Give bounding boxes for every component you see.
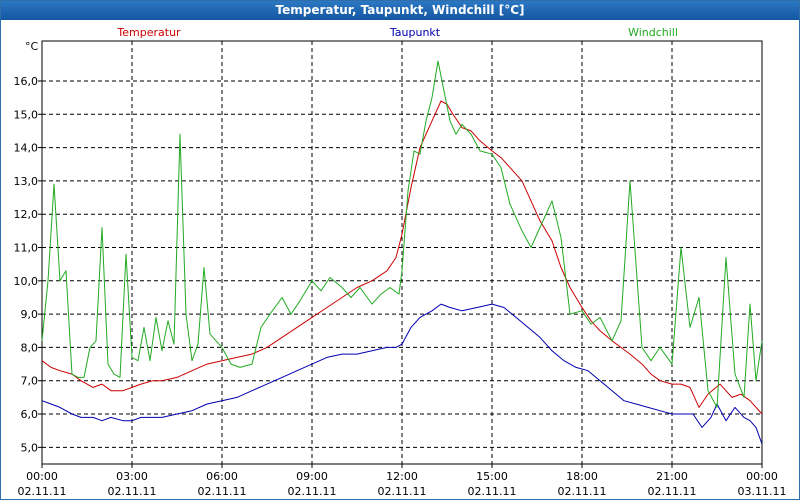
grid-lines [38,41,763,468]
y-tick-label: 7,0 [21,375,39,388]
legend-entry-taupunkt: Taupunkt [389,26,441,39]
y-tick-label: 15,0 [14,108,39,121]
x-tick-date: 02.11.11 [648,485,697,498]
x-tick-date: 02.11.11 [18,485,67,498]
x-tick-date: 02.11.11 [558,485,607,498]
x-tick-time: 06:00 [206,470,238,483]
y-tick-label: 10,0 [14,275,39,288]
y-tick-label: 8,0 [21,341,39,354]
y-tick-label: 6,0 [21,408,39,421]
legend-entry-windchill: Windchill [628,26,678,39]
x-tick-time: 12:00 [386,470,418,483]
legend: Temperatur Taupunkt Windchill [116,26,678,39]
x-tick-date: 02.11.11 [288,485,337,498]
y-tick-label: 11,0 [14,242,39,255]
x-tick-time: 03:00 [116,470,148,483]
y-tick-label: 9,0 [21,308,39,321]
y-axis-unit: °C [25,40,39,53]
x-tick-date: 03.11.11 [738,485,787,498]
x-tick-time: 00:00 [26,470,58,483]
x-tick-time: 09:00 [296,470,328,483]
x-tick-time: 21:00 [656,470,688,483]
y-tick-label: 16,0 [14,75,39,88]
y-tick-label: 12,0 [14,208,39,221]
x-tick-time: 00:00 [746,470,778,483]
y-tick-label: 5,0 [21,441,39,454]
x-tick-time: 18:00 [566,470,598,483]
x-tick-date: 02.11.11 [468,485,517,498]
x-tick-time: 15:00 [476,470,508,483]
x-tick-date: 02.11.11 [378,485,427,498]
x-tick-date: 02.11.11 [108,485,157,498]
x-tick-date: 02.11.11 [198,485,247,498]
legend-entry-temperatur: Temperatur [116,26,181,39]
series-line-taupunkt [41,303,763,445]
line-chart: °C 5,0 6,0 7,0 8,0 9,0 10,0 11,0 12,0 13,0 14,0 15… [14,26,787,498]
chart-window: Temperatur, Taupunkt, Windchill [°C] °C … [0,0,800,500]
y-tick-label: 13,0 [14,175,39,188]
axis-labels: °C 5,0 6,0 7,0 8,0 9,0 10,0 11,0 12,0 13,0 14,0 15… [14,40,787,498]
y-tick-label: 14,0 [14,142,39,155]
